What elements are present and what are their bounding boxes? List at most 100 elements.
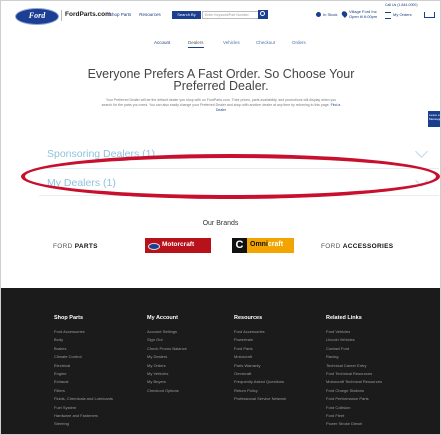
footer-link[interactable]: Climate Control	[54, 353, 113, 361]
logo-text: Ford	[28, 11, 46, 20]
footer-heading: Shop Parts	[54, 315, 84, 321]
footer-link[interactable]: Motorcraft Technical Resources	[326, 378, 382, 386]
footer-link[interactable]: Hardware and Fasteners	[54, 412, 113, 420]
footer-link[interactable]: Sign Out	[147, 336, 187, 344]
footer-link[interactable]: Ford Accessories	[234, 328, 286, 336]
search-input[interactable]: Enter Keyword/Part Number	[202, 11, 260, 19]
accordion-sponsoring-dealers[interactable]: Sponsoring Dealers (1)	[47, 144, 437, 164]
nav-resources[interactable]: Resources	[139, 12, 161, 17]
chevron-down-icon	[415, 145, 428, 158]
footer-link[interactable]: Ford Collision	[326, 404, 382, 412]
footer-link[interactable]: Power Stroke Diesel	[326, 420, 382, 428]
footer-column-related-links: Related Links Ford Vehicles Lincoln Vehi…	[326, 315, 382, 429]
ford-logo[interactable]: Ford	[15, 8, 59, 25]
logo-word: ACCESSORIES	[342, 243, 394, 250]
footer-link[interactable]: Checkout Options	[147, 387, 187, 395]
footer-link[interactable]: Parts Warranty	[234, 362, 286, 370]
in-stock-label: In Stock	[323, 12, 338, 17]
footer-link[interactable]: My Dealers	[147, 353, 187, 361]
store-selector[interactable]: Village Ford Inc Open til 6:00pm	[349, 9, 377, 19]
my-orders-link[interactable]: My Orders	[393, 12, 412, 17]
footer-link[interactable]: Ford Technical Resources	[326, 370, 382, 378]
footer-link[interactable]: Frequently Asked Questions	[234, 378, 286, 386]
footer-link[interactable]: My Buyers	[147, 378, 187, 386]
search-by-dropdown[interactable]: Search By	[172, 11, 201, 19]
footer-link[interactable]: Ford Parts	[234, 345, 286, 353]
footer-link[interactable]: Electrical	[54, 362, 113, 370]
site-footer: Shop Parts Ford Accessories Body Brakes …	[1, 288, 440, 434]
brands-heading: Our Brands	[202, 220, 239, 227]
footer-column-my-account: My Account Account Settings Sign Out Che…	[147, 315, 187, 395]
footer-link[interactable]: Fuel System	[54, 404, 113, 412]
footer-link[interactable]: Lincoln Vehicles	[326, 336, 382, 344]
accordion-my-dealers[interactable]: My Dealers (1)	[47, 173, 437, 193]
page-title: Everyone Prefers A Fast Order. So Choose…	[87, 67, 355, 93]
omnicraft-logo[interactable]: C Omnicraft	[232, 238, 294, 253]
divider	[39, 195, 439, 196]
accordion-label: Sponsoring Dealers (1)	[47, 148, 155, 160]
footer-heading: Related Links	[326, 315, 362, 321]
footer-link[interactable]: Exhaust	[54, 378, 113, 386]
footer-link[interactable]: Professional Service Network	[234, 395, 286, 403]
footer-link[interactable]: Body	[54, 336, 113, 344]
site-brand[interactable]: FordParts.com	[65, 11, 111, 18]
orders-icon	[385, 12, 391, 19]
footer-link[interactable]: Powertrain	[234, 336, 286, 344]
page-frame: Call Us (1-844-0000) Ford FordParts.com …	[0, 0, 441, 435]
footer-link[interactable]: Engine	[54, 370, 113, 378]
ford-parts-logo[interactable]: FORD PARTS	[53, 243, 98, 250]
feedback-tab[interactable]: Leave a Message	[428, 111, 440, 127]
footer-link[interactable]: Technical Career Entry	[326, 362, 382, 370]
footer-link[interactable]: Omnicraft	[234, 370, 286, 378]
footer-link[interactable]: Ford Vehicles	[326, 328, 382, 336]
ford-oval-icon	[148, 243, 160, 250]
tab-vehicles[interactable]: Vehicles	[223, 40, 240, 45]
footer-link[interactable]: Ford Charge Stations	[326, 387, 382, 395]
footer-link[interactable]: My Orders	[147, 362, 187, 370]
ford-accessories-logo[interactable]: FORD ACCESSORIES	[321, 243, 393, 250]
footer-link[interactable]: Ford Accessories	[54, 328, 113, 336]
site-header: Call Us (1-844-0000) Ford FordParts.com …	[1, 1, 440, 31]
footer-link[interactable]: Contact Ford	[326, 345, 382, 353]
logo-word: Motorcraft	[162, 241, 195, 248]
footer-link[interactable]: Fluids, Chemicals and Lubricants	[54, 395, 113, 403]
footer-link[interactable]: Check Promo Balance	[147, 345, 187, 353]
accordion-label: My Dealers (1)	[47, 177, 116, 189]
logo-word-omni: Omni	[250, 241, 268, 248]
tab-orders[interactable]: Orders	[292, 40, 306, 45]
nav-shop-parts[interactable]: Shop Parts	[109, 12, 131, 17]
cart-icon[interactable]	[424, 12, 435, 18]
footer-link[interactable]: Motorcraft	[234, 353, 286, 361]
tab-checkout[interactable]: Checkout	[256, 40, 275, 45]
logo-word: FORD	[53, 243, 73, 250]
divider	[39, 168, 439, 169]
footer-heading: My Account	[147, 315, 178, 321]
footer-link[interactable]: Filters	[54, 387, 113, 395]
in-stock-toggle[interactable]: In Stock	[316, 12, 338, 18]
footer-link[interactable]: Account Settings	[147, 328, 187, 336]
footer-link[interactable]: Ford Fleet	[326, 412, 382, 420]
footer-column-resources: Resources Ford Accessories Powertrain Fo…	[234, 315, 286, 404]
motorcraft-logo[interactable]: Motorcraft	[145, 238, 211, 253]
footer-link[interactable]: Steering	[54, 420, 113, 428]
footer-heading: Resources	[234, 315, 263, 321]
call-us-link[interactable]: Call Us (1-844-0000)	[385, 3, 418, 7]
tab-dealers[interactable]: Dealers	[188, 40, 204, 48]
logo-word-craft: craft	[267, 241, 284, 248]
divider	[61, 10, 62, 21]
logo-word: FORD	[321, 243, 341, 250]
location-pin-icon	[340, 10, 349, 18]
logo-word: PARTS	[74, 243, 98, 250]
tab-account[interactable]: Account	[154, 40, 170, 45]
search-icon[interactable]	[258, 10, 268, 19]
footer-link[interactable]: Return Policy	[234, 387, 286, 395]
page-description: Your Preferred Dealer will be the defaul…	[101, 98, 341, 113]
footer-link[interactable]: Racing	[326, 353, 382, 361]
store-hours: Open til 6:00pm	[349, 14, 378, 19]
footer-link[interactable]: My Vehicles	[147, 370, 187, 378]
chevron-down-icon	[415, 174, 428, 187]
account-subnav: Account Dealers Vehicles Checkout Orders	[1, 37, 440, 49]
footer-link[interactable]: Ford Performance Parts	[326, 395, 382, 403]
description-text: Your Preferred Dealer will be the defaul…	[101, 98, 337, 107]
footer-link[interactable]: Brakes	[54, 345, 113, 353]
